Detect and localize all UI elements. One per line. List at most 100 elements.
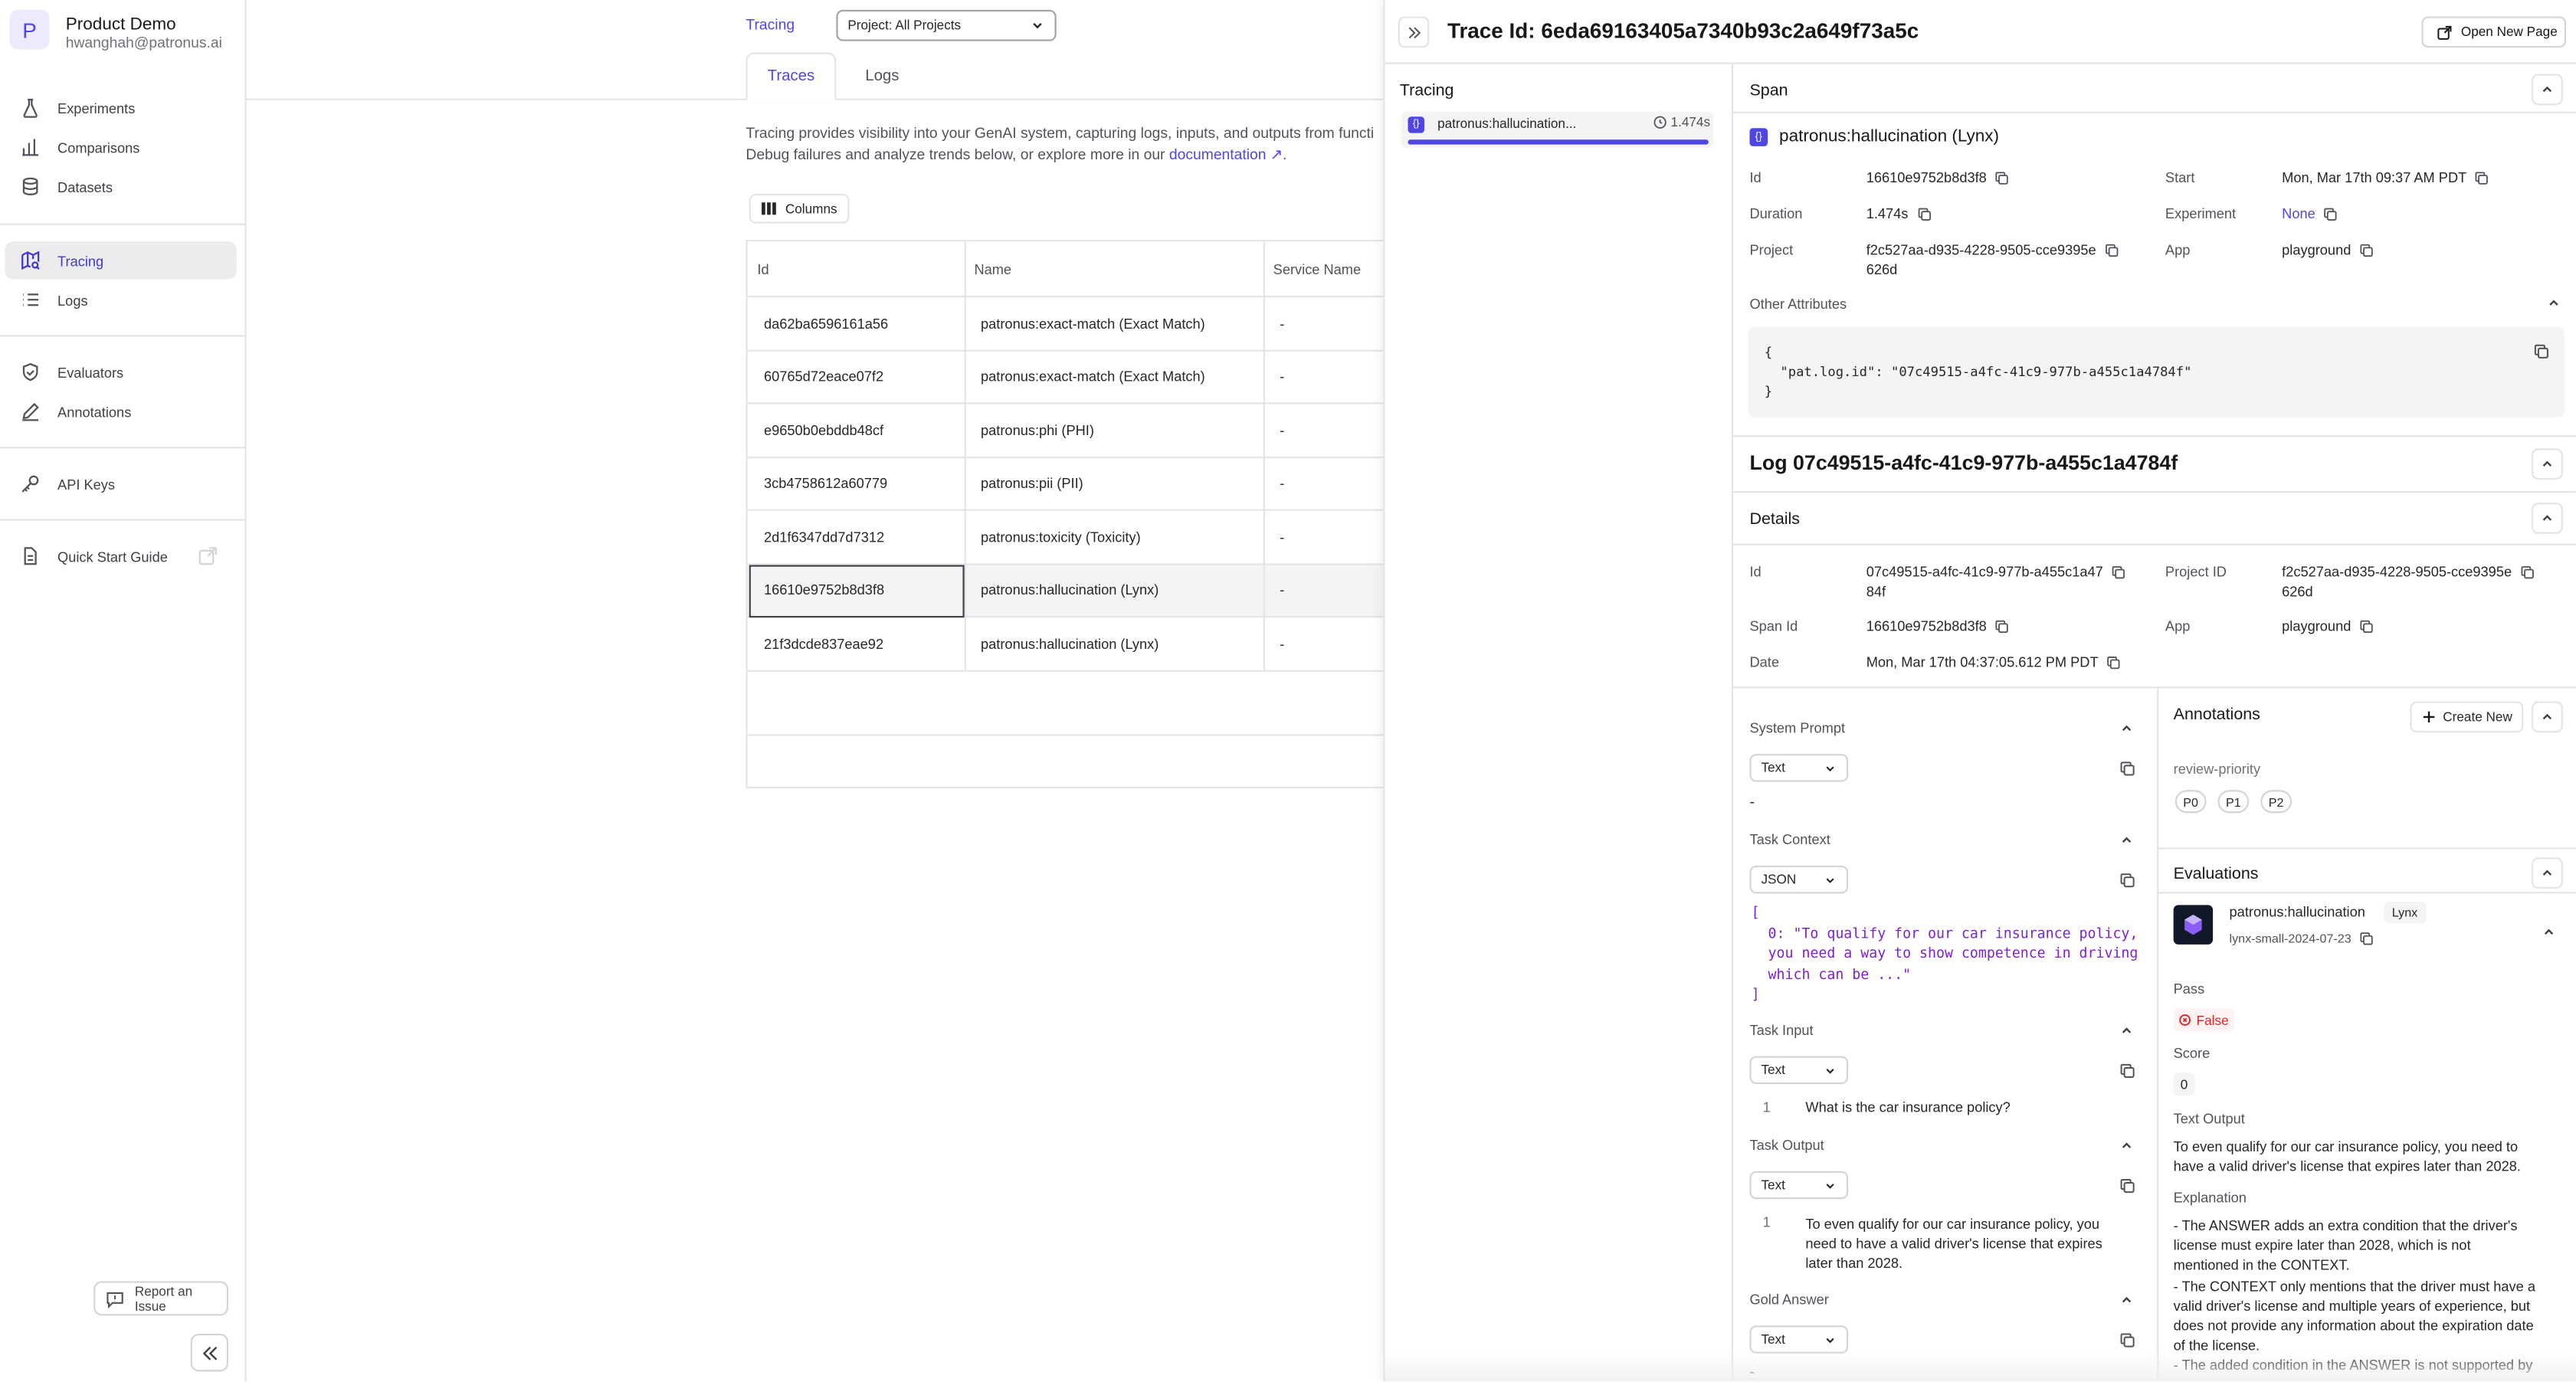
column-header-name[interactable]: Name <box>964 241 1263 298</box>
sidebar-item-api-keys[interactable]: API Keys <box>5 465 236 503</box>
sidebar-item-evaluators[interactable]: Evaluators <box>5 353 236 391</box>
chevron-up-icon[interactable] <box>2119 1138 2134 1153</box>
sidebar-item-label: Annotations <box>57 403 132 420</box>
annotation-option-p0[interactable]: P0 <box>2175 790 2207 814</box>
sidebar-item-logs[interactable]: Logs <box>5 281 236 319</box>
copy-icon[interactable] <box>2359 620 2374 634</box>
collapse-evaluations-button[interactable] <box>2532 857 2563 889</box>
traces-table: Id Name Service Name da62ba6596161a56 pat… <box>746 240 1385 789</box>
copy-icon[interactable] <box>2359 932 2374 946</box>
columns-button[interactable]: Columns <box>749 194 850 224</box>
copy-icon[interactable] <box>2119 1063 2135 1079</box>
system-prompt-format-select[interactable]: Text <box>1749 754 1849 782</box>
table-row[interactable]: 3cb4758612a60779 patronus:pii (PII) - <box>747 457 1385 511</box>
copy-icon[interactable] <box>1995 620 2010 634</box>
copy-icon[interactable] <box>2104 244 2119 258</box>
cell-service-name: - <box>1280 368 1285 385</box>
experiment-link[interactable]: None <box>2282 205 2315 221</box>
chevron-up-icon[interactable] <box>2546 296 2561 310</box>
plus-icon <box>2421 709 2436 724</box>
task-context-format-select[interactable]: JSON <box>1749 865 1849 894</box>
org-name[interactable]: Product Demo <box>66 15 176 34</box>
sidebar-item-comparisons[interactable]: Comparisons <box>5 128 236 165</box>
project-id-line-2: 626d <box>1866 260 1898 278</box>
copy-icon[interactable] <box>2323 208 2338 222</box>
task-output-line: later than 2028. <box>1805 1255 1903 1272</box>
breadcrumb[interactable]: Tracing <box>746 16 795 32</box>
sidebar-item-label: API Keys <box>57 475 116 493</box>
table-row[interactable]: e9650b0ebddb48cf patronus:phi (PHI) - <box>747 404 1385 458</box>
chevron-up-icon[interactable] <box>2119 1023 2134 1038</box>
log-title: Log 07c49515-a4fc-41c9-977b-a455c1a4784f <box>1749 451 2178 475</box>
log-id-line-2: 84f <box>1866 583 1886 600</box>
copy-icon[interactable] <box>2520 565 2535 580</box>
log-app-value: playground <box>2282 616 2374 636</box>
span-start-label: Start <box>2165 169 2195 186</box>
cell-name: patronus:exact-match (Exact Match) <box>981 368 1205 385</box>
copy-icon[interactable] <box>2119 873 2135 889</box>
collapse-span-button[interactable] <box>2532 74 2563 106</box>
table-row[interactable]: 2d1f6347dd7d7312 patronus:toxicity (Toxic… <box>747 511 1385 565</box>
span-duration-value: 1.474s <box>1866 204 1932 224</box>
collapse-annotations-button[interactable] <box>2532 701 2563 733</box>
open-new-page-button[interactable]: Open New Page <box>2421 16 2567 48</box>
create-annotation-button[interactable]: Create New <box>2410 701 2524 733</box>
log-span-id-text: 16610e9752b8d3f8 <box>1866 617 1987 634</box>
copy-icon[interactable] <box>2359 244 2374 258</box>
task-input-label: Task Input <box>1749 1021 1814 1039</box>
cell-name: patronus:toxicity (Toxicity) <box>981 528 1141 545</box>
columns-icon <box>761 201 777 217</box>
text-output-line: have a valid driver's license that expir… <box>2173 1158 2521 1175</box>
user-email: hwanghah@patronus.ai <box>65 34 222 51</box>
table-row[interactable]: da62ba6596161a56 patronus:exact-match (Ex… <box>747 297 1385 351</box>
close-panel-button[interactable] <box>1398 16 1430 48</box>
collapse-details-button[interactable] <box>2532 503 2563 534</box>
key-icon <box>20 473 41 495</box>
pass-value-badge: False <box>2173 1008 2234 1032</box>
span-duration-value: 1.474s <box>1670 115 1711 130</box>
annotation-option-p2[interactable]: P2 <box>2260 790 2293 814</box>
column-header-service-name[interactable]: Service Name <box>1263 241 1385 298</box>
chevron-up-icon[interactable] <box>2542 925 2556 939</box>
chevron-up-icon[interactable] <box>2119 833 2134 847</box>
chevron-up-icon[interactable] <box>2119 1292 2134 1307</box>
span-duration-bar <box>1408 139 1709 145</box>
task-input-format-select[interactable]: Text <box>1749 1056 1849 1085</box>
sidebar-item-experiments[interactable]: Experiments <box>5 89 236 126</box>
annotations-title: Annotations <box>2173 706 2260 725</box>
span-tree-item[interactable]: {} patronus:hallucination... 1.474s <box>1401 111 1714 148</box>
copy-icon[interactable] <box>2119 1177 2135 1194</box>
copy-icon[interactable] <box>2119 1332 2135 1348</box>
gold-answer-format-select[interactable]: Text <box>1749 1325 1849 1354</box>
format-value: JSON <box>1761 872 1797 887</box>
message-alert-icon <box>105 1289 125 1308</box>
chevron-up-icon[interactable] <box>2119 721 2134 735</box>
section-divider <box>1733 686 2576 689</box>
task-output-format-select[interactable]: Text <box>1749 1171 1849 1200</box>
sidebar-item-tracing[interactable]: Tracing <box>5 241 237 280</box>
copy-icon[interactable] <box>2111 565 2125 580</box>
copy-icon[interactable] <box>1916 208 1931 222</box>
sidebar-item-quick-start-guide[interactable]: Quick Start Guide <box>5 537 236 575</box>
table-row[interactable]: 60765d72eace07f2 patronus:exact-match (Ex… <box>747 351 1385 404</box>
copy-icon[interactable] <box>2106 656 2121 670</box>
org-avatar[interactable]: P <box>9 9 50 50</box>
collapse-sidebar-button[interactable] <box>190 1334 229 1372</box>
copy-icon[interactable] <box>2533 343 2549 359</box>
annotation-option-p1[interactable]: P1 <box>2217 790 2250 814</box>
collapse-log-button[interactable] <box>2532 448 2563 480</box>
sidebar-item-annotations[interactable]: Annotations <box>5 392 236 430</box>
copy-icon[interactable] <box>2475 172 2489 186</box>
copy-icon[interactable] <box>1995 172 2010 186</box>
column-header-id[interactable]: Id <box>747 241 965 298</box>
cell-service-name: - <box>1280 528 1285 545</box>
cell-service-name: - <box>1280 475 1285 492</box>
project-select[interactable]: Project: All Projects <box>836 9 1057 41</box>
tab-logs[interactable]: Logs <box>854 53 910 100</box>
report-issue-button[interactable]: Report an Issue <box>93 1281 229 1316</box>
copy-icon[interactable] <box>2119 761 2135 777</box>
table-row[interactable]: 21f3dcde837eae92 patronus:hallucination (… <box>747 617 1385 671</box>
sidebar-item-datasets[interactable]: Datasets <box>5 168 236 205</box>
documentation-link[interactable]: documentation <box>1169 146 1267 162</box>
tab-traces[interactable]: Traces <box>746 52 837 100</box>
